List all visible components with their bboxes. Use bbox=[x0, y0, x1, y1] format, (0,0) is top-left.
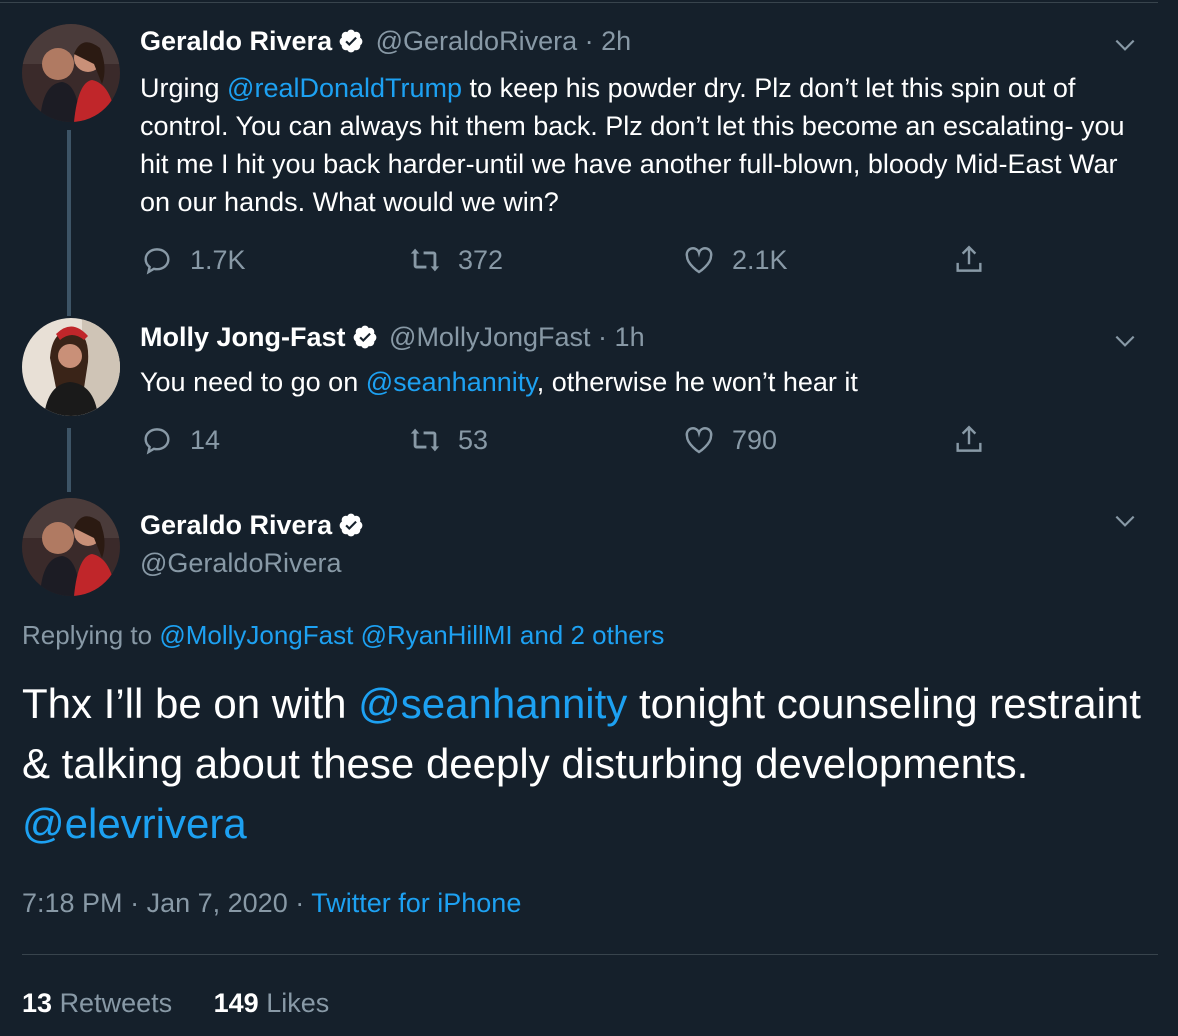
retweet-button[interactable]: 372 bbox=[408, 240, 503, 280]
retweet-icon bbox=[410, 248, 440, 272]
verified-icon bbox=[352, 324, 378, 350]
others-link[interactable]: and 2 others bbox=[520, 620, 665, 650]
thread-line bbox=[67, 428, 71, 492]
likes-stat[interactable]: 149 Likes bbox=[214, 988, 330, 1018]
chevron-down-icon[interactable] bbox=[1112, 32, 1138, 58]
separator: · bbox=[130, 888, 140, 918]
reply-icon bbox=[144, 428, 170, 455]
share-icon bbox=[956, 425, 982, 452]
mention-link[interactable]: @seanhannity bbox=[366, 367, 537, 397]
share-button[interactable] bbox=[952, 420, 1002, 460]
tweet-header: Geraldo Rivera @GeraldoRivera · 2h bbox=[140, 26, 631, 57]
mention-link[interactable]: @RyanHillMI bbox=[361, 620, 513, 650]
handle[interactable]: @GeraldoRivera bbox=[376, 26, 578, 56]
thread-line bbox=[67, 130, 71, 306]
like-icon bbox=[685, 427, 713, 454]
separator: · bbox=[584, 26, 594, 56]
replying-to: Replying to @MollyJongFast @RyanHillMI a… bbox=[22, 620, 664, 651]
separator: · bbox=[295, 888, 305, 918]
engagement-stats: 13 Retweets 149 Likes bbox=[22, 988, 329, 1019]
text-segment: Urging bbox=[140, 73, 228, 103]
text-segment: You need to go on bbox=[140, 367, 366, 397]
avatar[interactable] bbox=[22, 498, 120, 596]
text-segment: Thx I’ll be on with bbox=[22, 680, 359, 727]
avatar[interactable] bbox=[22, 318, 120, 416]
source-link[interactable]: Twitter for iPhone bbox=[311, 888, 521, 918]
retweet-button[interactable]: 53 bbox=[408, 420, 488, 460]
reply-button[interactable]: 1.7K bbox=[140, 240, 246, 280]
reply-icon bbox=[144, 248, 170, 275]
mention-link[interactable]: @elevrivera bbox=[22, 800, 247, 847]
chevron-down-icon[interactable] bbox=[1112, 508, 1138, 534]
reply-button[interactable]: 14 bbox=[140, 420, 220, 460]
handle[interactable]: @MollyJongFast bbox=[389, 322, 590, 352]
likes-count: 149 bbox=[213, 988, 259, 1018]
mention-link[interactable]: @MollyJongFast bbox=[159, 620, 353, 650]
retweets-stat[interactable]: 13 Retweets bbox=[22, 988, 172, 1018]
separator: · bbox=[598, 322, 608, 352]
timestamp[interactable]: 1h bbox=[615, 322, 645, 352]
avatar[interactable] bbox=[22, 24, 120, 122]
like-count: 2.1K bbox=[732, 244, 788, 275]
post-time[interactable]: 7:18 PM bbox=[22, 888, 123, 918]
chevron-down-icon[interactable] bbox=[1112, 328, 1138, 354]
tweet-header: Molly Jong-Fast @MollyJongFast · 1h bbox=[140, 322, 645, 353]
tweet-meta: 7:18 PM · Jan 7, 2020 · Twitter for iPho… bbox=[22, 888, 521, 919]
action-bar: 14 53 790 bbox=[140, 420, 1000, 460]
verified-icon bbox=[338, 512, 364, 538]
tweet-text: You need to go on @seanhannity, otherwis… bbox=[140, 363, 1150, 401]
tweet-geraldo-1[interactable]: Geraldo Rivera @GeraldoRivera · 2h Urgin… bbox=[0, 0, 1178, 310]
timestamp[interactable]: 2h bbox=[601, 26, 631, 56]
thread-line-top bbox=[67, 306, 71, 316]
replying-label: Replying to bbox=[22, 620, 160, 650]
retweet-count: 53 bbox=[458, 424, 489, 455]
like-button[interactable]: 790 bbox=[682, 420, 777, 460]
like-button[interactable]: 2.1K bbox=[682, 240, 788, 280]
reply-count: 1.7K bbox=[190, 244, 246, 275]
tweet-text: Urging @realDonaldTrump to keep his powd… bbox=[140, 69, 1150, 221]
share-button[interactable] bbox=[952, 240, 1002, 280]
mention-link[interactable]: @realDonaldTrump bbox=[227, 73, 462, 103]
retweet-count: 372 bbox=[458, 244, 504, 275]
tweet-molly[interactable]: Molly Jong-Fast @MollyJongFast · 1h You … bbox=[0, 306, 1178, 494]
retweet-icon bbox=[410, 428, 440, 452]
retweets-label: Retweets bbox=[59, 988, 173, 1018]
display-name[interactable]: Geraldo Rivera bbox=[140, 26, 332, 56]
action-bar: 1.7K 372 2.1K bbox=[140, 240, 1000, 280]
author-name-row: Geraldo Rivera bbox=[140, 510, 368, 541]
mention-link[interactable]: @seanhannity bbox=[358, 680, 627, 727]
post-date[interactable]: Jan 7, 2020 bbox=[147, 888, 288, 918]
tweet-text: Thx I’ll be on with @seanhannity tonight… bbox=[22, 674, 1142, 854]
like-count: 790 bbox=[732, 424, 778, 455]
share-icon bbox=[956, 245, 982, 272]
handle[interactable]: @GeraldoRivera bbox=[140, 548, 342, 579]
like-icon bbox=[685, 247, 713, 274]
tweet-main: Geraldo Rivera @GeraldoRivera Replying t… bbox=[0, 494, 1178, 1036]
display-name[interactable]: Geraldo Rivera bbox=[140, 510, 332, 540]
retweets-count: 13 bbox=[22, 988, 53, 1018]
verified-icon bbox=[338, 28, 364, 54]
display-name[interactable]: Molly Jong-Fast bbox=[140, 322, 346, 352]
reply-count: 14 bbox=[190, 424, 221, 455]
likes-label: Likes bbox=[266, 988, 330, 1018]
text-segment: , otherwise he won’t hear it bbox=[536, 367, 858, 397]
divider bbox=[22, 954, 1158, 955]
